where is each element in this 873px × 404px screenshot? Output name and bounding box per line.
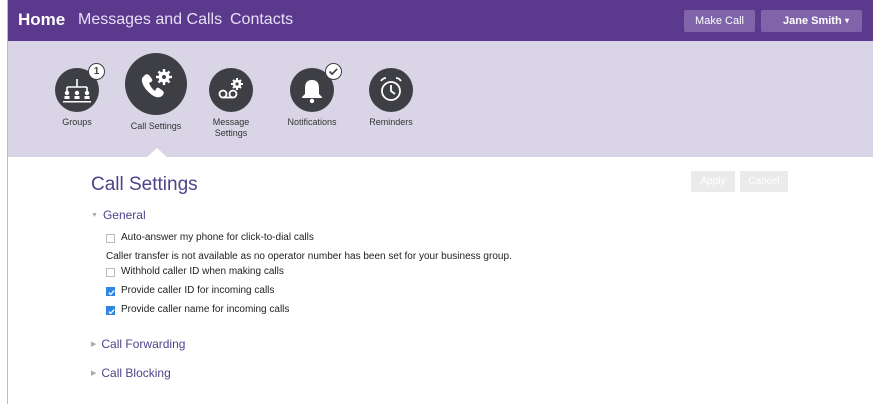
app-frame: Home Messages and Calls Contacts Make Ca… — [7, 0, 873, 404]
message-settings-label-line1: Message — [212, 117, 250, 127]
apply-button[interactable]: Apply — [691, 171, 735, 192]
selected-tab-pointer — [146, 148, 168, 158]
message-settings-label: Message Settings — [204, 117, 258, 139]
user-menu-button[interactable]: Jane Smith ▾ — [761, 10, 862, 32]
check-icon — [325, 63, 342, 80]
checkmark-icon — [108, 309, 115, 315]
section-call-forwarding-title: Call Forwarding — [101, 337, 186, 351]
auto-answer-label: Auto-answer my phone for click-to-dial c… — [121, 232, 314, 243]
section-general-toggle[interactable]: ▼ General — [91, 208, 146, 222]
nav-contacts[interactable]: Contacts — [230, 11, 293, 29]
page-title: Call Settings — [91, 174, 198, 195]
notifications-label: Notifications — [287, 117, 337, 127]
provide-caller-id-label: Provide caller ID for incoming calls — [121, 285, 275, 296]
withhold-caller-id-label: Withhold caller ID when making calls — [121, 266, 284, 277]
settings-icon-bar: 1 Groups Call Settings Message Settings … — [8, 41, 873, 157]
top-nav-bar: Home Messages and Calls Contacts Make Ca… — [8, 0, 873, 41]
withhold-caller-id-checkbox[interactable] — [106, 268, 115, 277]
provide-caller-name-label: Provide caller name for incoming calls — [121, 304, 290, 315]
provide-caller-name-checkbox[interactable] — [106, 306, 115, 315]
groups-count-badge: 1 — [88, 63, 105, 80]
triangle-down-icon: ▼ — [91, 212, 98, 219]
auto-answer-checkbox[interactable] — [106, 234, 115, 243]
nav-messages-and-calls[interactable]: Messages and Calls — [78, 11, 222, 29]
call-settings-label: Call Settings — [130, 121, 182, 131]
call-settings-icon — [125, 53, 187, 115]
section-call-blocking-toggle[interactable]: ▶ Call Blocking — [91, 366, 171, 380]
reminders-label: Reminders — [369, 117, 413, 127]
section-call-forwarding-toggle[interactable]: ▶ Call Forwarding — [91, 337, 185, 351]
triangle-right-icon: ▶ — [91, 370, 97, 377]
user-name: Jane Smith — [783, 15, 842, 27]
provide-caller-id-checkbox[interactable] — [106, 287, 115, 296]
message-settings-label-line2: Settings — [214, 128, 248, 138]
caller-transfer-note: Caller transfer is not available as no o… — [106, 251, 512, 262]
section-call-blocking-title: Call Blocking — [101, 366, 171, 380]
message-settings-icon — [209, 68, 253, 112]
checkmark-icon — [108, 290, 115, 296]
alarm-clock-icon — [369, 68, 413, 112]
triangle-right-icon: ▶ — [91, 341, 97, 348]
chevron-down-icon: ▾ — [845, 16, 850, 25]
cancel-button[interactable]: Cancel — [740, 171, 788, 192]
groups-label: Groups — [62, 117, 92, 127]
section-general-title: General — [102, 208, 146, 222]
make-call-button[interactable]: Make Call — [684, 10, 755, 32]
home-link[interactable]: Home — [18, 10, 65, 30]
